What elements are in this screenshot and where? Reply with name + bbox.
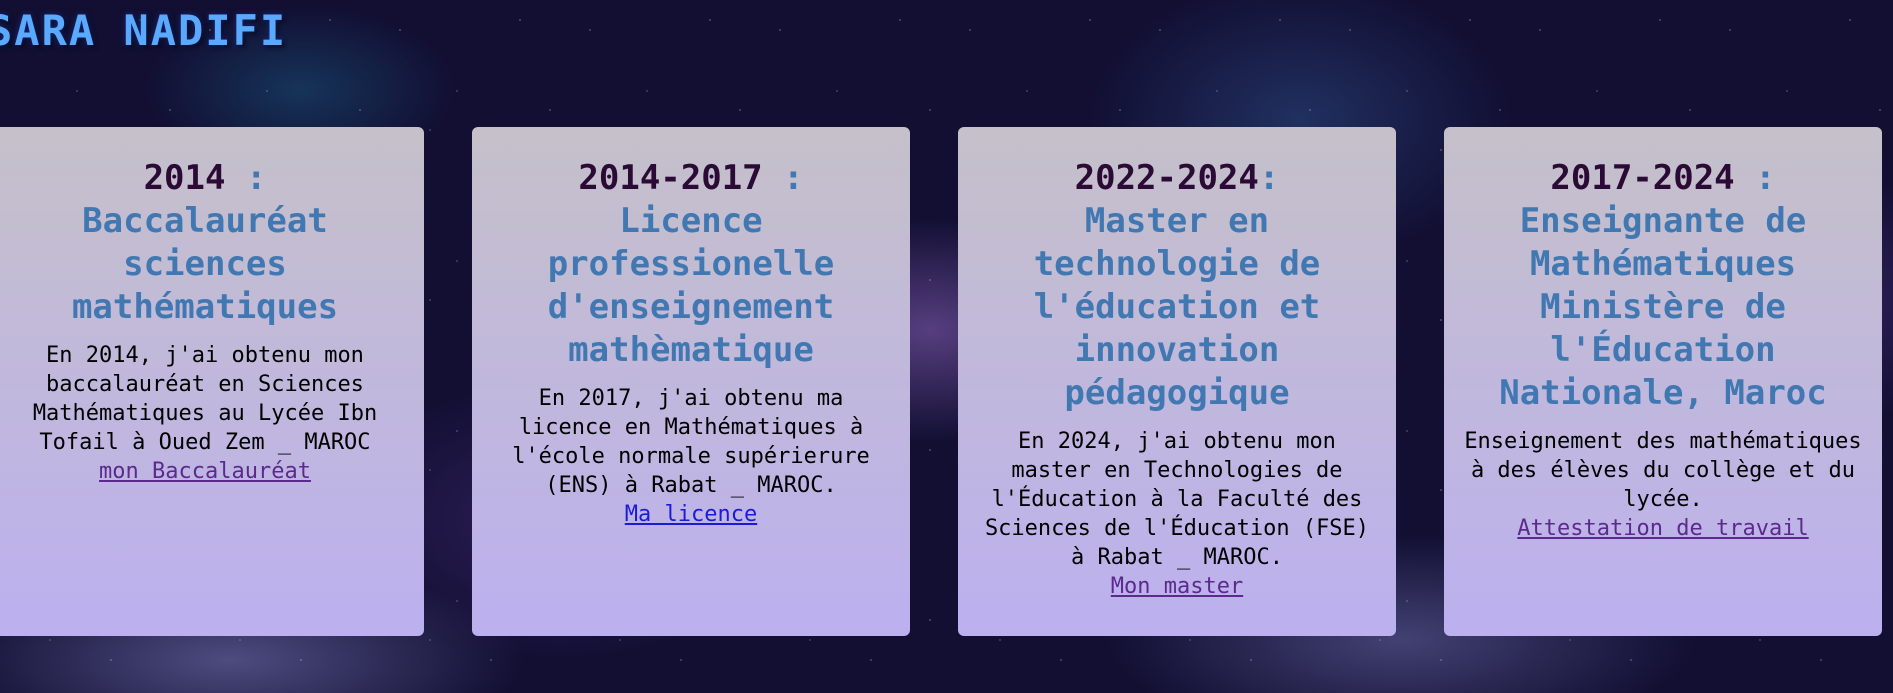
card-heading: 2017-2024 : Enseignante de Mathématiques… — [1464, 157, 1862, 415]
card-heading: 2022-2024: Master en technologie de l'éd… — [978, 157, 1376, 415]
card-year: 2014-2017 — [578, 158, 763, 198]
card-year: 2017-2024 — [1550, 158, 1735, 198]
card-year: 2014 — [143, 158, 226, 198]
card-description: Enseignement des mathématiques à des élè… — [1464, 429, 1862, 512]
baccalaureat-link[interactable]: mon Baccalauréat — [99, 457, 311, 486]
card-title: Enseignante de Mathématiques Ministère d… — [1499, 201, 1827, 413]
card-heading: 2014 : Baccalauréat sciences mathématiqu… — [6, 157, 404, 329]
card-title: Baccalauréat sciences mathématiques — [71, 201, 339, 327]
card-title: Licence professionelle d'enseignement ma… — [547, 201, 835, 370]
card-description: En 2014, j'ai obtenu mon baccalauréat en… — [32, 343, 378, 455]
timeline-card-licence: 2014-2017 : Licence professionelle d'ens… — [472, 127, 910, 636]
card-year: 2022-2024 — [1074, 158, 1259, 198]
card-separator: : — [1258, 158, 1280, 198]
licence-link[interactable]: Ma licence — [625, 500, 757, 529]
card-description: En 2017, j'ai obtenu ma licence en Mathé… — [512, 386, 870, 498]
timeline-card-enseignante: 2017-2024 : Enseignante de Mathématiques… — [1444, 127, 1882, 636]
card-description: En 2024, j'ai obtenu mon master en Techn… — [984, 429, 1370, 570]
card-separator: : — [1734, 158, 1776, 198]
master-link[interactable]: Mon master — [1111, 572, 1243, 601]
card-title: Master en technologie de l'éducation et … — [1033, 201, 1321, 413]
attestation-link[interactable]: Attestation de travail — [1517, 514, 1808, 543]
site-title: SARA NADIFI — [0, 6, 288, 55]
card-separator: : — [225, 158, 267, 198]
card-heading: 2014-2017 : Licence professionelle d'ens… — [492, 157, 890, 372]
timeline-card-baccalaureat: 2014 : Baccalauréat sciences mathématiqu… — [0, 127, 424, 636]
timeline-card-master: 2022-2024: Master en technologie de l'éd… — [958, 127, 1396, 636]
card-separator: : — [762, 158, 804, 198]
